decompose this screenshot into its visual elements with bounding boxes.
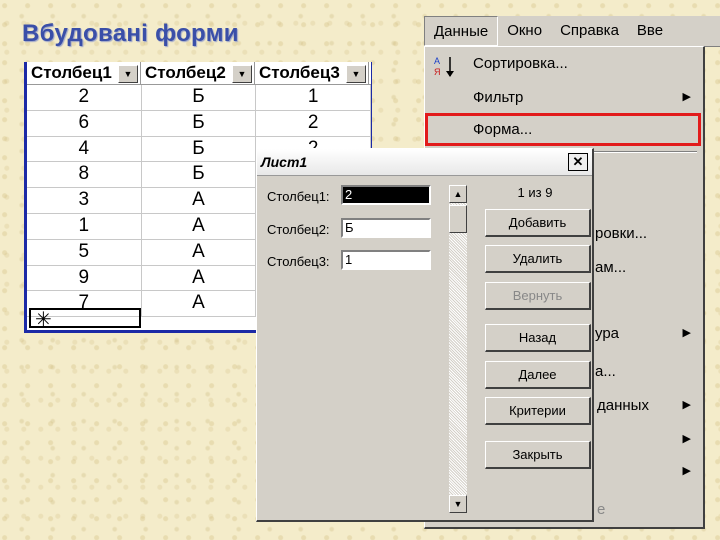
table-cell[interactable]: А xyxy=(142,188,257,213)
delete-button[interactable]: Удалить xyxy=(485,245,591,273)
close-button[interactable]: Закрыть xyxy=(485,441,591,469)
table-cell[interactable]: А xyxy=(142,213,257,239)
table-cell[interactable]: А xyxy=(142,239,257,265)
menu-item-label: данных xyxy=(597,397,649,414)
dialog-titlebar[interactable]: Лист1 ✕ xyxy=(257,149,592,176)
table-cell[interactable]: 2 xyxy=(27,85,142,110)
filter-dropdown-icon[interactable]: ▼ xyxy=(346,65,366,83)
data-form-dialog: Лист1 ✕ Столбец1: 2 Столбец2: Б Столбец3… xyxy=(256,148,594,522)
column-header-label: Столбец2 xyxy=(145,63,226,82)
menu-item-label: ам... xyxy=(595,259,627,276)
new-row-cell[interactable]: ✳ xyxy=(29,308,141,330)
table-cell[interactable]: 3 xyxy=(27,188,142,213)
next-button[interactable]: Далее xyxy=(485,361,591,389)
submenu-arrow-icon: ▶ xyxy=(682,399,691,411)
field-label-col1: Столбец1: xyxy=(267,189,330,204)
table-cell[interactable]: Б xyxy=(142,110,257,136)
menu-window[interactable]: Окно xyxy=(498,16,551,46)
table-cell[interactable]: А xyxy=(142,291,257,317)
menu-item-form[interactable]: Форма... xyxy=(425,113,701,146)
menu-item-sort[interactable]: Сортировка... xyxy=(425,47,701,80)
table-cell[interactable]: 8 xyxy=(27,162,142,188)
scroll-thumb[interactable] xyxy=(449,205,467,233)
scroll-down-icon[interactable]: ▼ xyxy=(449,495,467,513)
menu-item-label: Фильтр xyxy=(473,89,524,106)
field-label-col2: Столбец2: xyxy=(267,222,330,237)
menu-item-label: Форма... xyxy=(473,121,533,138)
table-cell[interactable]: Б xyxy=(142,136,257,162)
close-icon[interactable]: ✕ xyxy=(568,153,588,171)
filter-dropdown-icon[interactable]: ▼ xyxy=(232,65,252,83)
menu-item-label: ровки... xyxy=(595,225,648,242)
table-cell[interactable]: 1 xyxy=(27,213,142,239)
column-header-label: Столбец3 xyxy=(259,63,340,82)
menu-bar: Данные Окно Справка Вве xyxy=(424,16,720,47)
field-input-col3[interactable]: 1 xyxy=(341,250,431,270)
column-header-2[interactable]: Столбец2 ▼ xyxy=(141,62,255,84)
submenu-arrow-icon: ▶ xyxy=(682,433,691,445)
scroll-up-icon[interactable]: ▲ xyxy=(449,185,467,203)
table-cell[interactable]: Б xyxy=(142,162,257,188)
table-cell[interactable]: Б xyxy=(142,85,257,110)
record-counter: 1 из 9 xyxy=(517,185,553,200)
column-header-1[interactable]: Столбец1 ▼ xyxy=(27,62,141,84)
table-cell[interactable]: А xyxy=(142,265,257,291)
menu-item-label: а... xyxy=(595,363,616,380)
add-button[interactable]: Добавить xyxy=(485,209,591,237)
table-row: 6Б2 xyxy=(27,110,372,137)
table-cell[interactable]: 2 xyxy=(256,110,372,136)
column-header-label: Столбец1 xyxy=(31,63,112,82)
field-input-col2[interactable]: Б xyxy=(341,218,431,238)
menu-help[interactable]: Справка xyxy=(551,16,628,46)
filter-dropdown-icon[interactable]: ▼ xyxy=(118,65,138,83)
menu-input[interactable]: Вве xyxy=(628,16,672,46)
menu-item-label: ура xyxy=(595,325,620,342)
table-row: 2Б1 xyxy=(27,85,372,111)
menu-item-label: е xyxy=(597,501,606,518)
menu-data[interactable]: Данные xyxy=(424,16,499,46)
submenu-arrow-icon: ▶ xyxy=(682,465,691,477)
table-cell[interactable]: 1 xyxy=(256,85,372,110)
menu-item-label: Сортировка... xyxy=(473,55,568,72)
field-label-col3: Столбец3: xyxy=(267,254,330,269)
submenu-arrow-icon: ▶ xyxy=(682,91,691,103)
submenu-arrow-icon: ▶ xyxy=(682,327,691,339)
dialog-title: Лист1 xyxy=(261,154,308,170)
table-cell[interactable]: 5 xyxy=(27,239,142,265)
record-scrollbar[interactable]: ▲ ▼ xyxy=(449,185,467,513)
prev-button[interactable]: Назад xyxy=(485,324,591,352)
menu-item-filter[interactable]: Фильтр ▶ xyxy=(425,81,701,114)
header-row: Столбец1 ▼ Столбец2 ▼ Столбец3 ▼ xyxy=(27,62,371,85)
criteria-button[interactable]: Критерии xyxy=(485,397,591,425)
restore-button[interactable]: Вернуть xyxy=(485,282,591,310)
slide-title: Вбудовані форми xyxy=(22,20,239,47)
table-cell[interactable]: 6 xyxy=(27,110,142,136)
table-cell[interactable]: 9 xyxy=(27,265,142,291)
table-cell[interactable]: 4 xyxy=(27,136,142,162)
column-header-3[interactable]: Столбец3 ▼ xyxy=(255,62,369,84)
field-input-col1[interactable]: 2 xyxy=(341,185,431,205)
